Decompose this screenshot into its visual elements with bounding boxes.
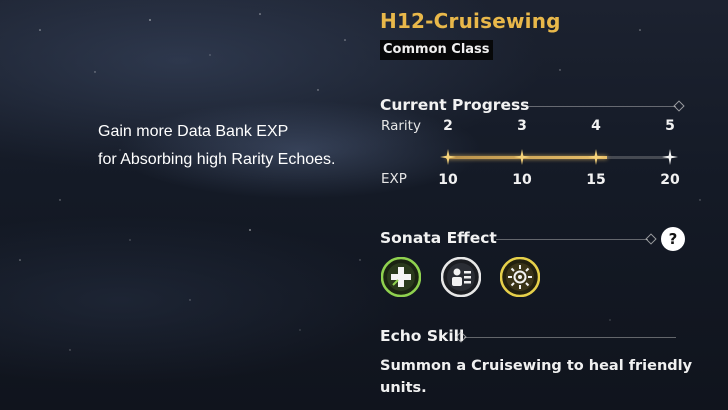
- rarity-value: 5: [665, 118, 675, 134]
- section-divider: [464, 337, 676, 338]
- rarity-value: 4: [591, 118, 601, 134]
- echo-class-badge: Common Class: [380, 40, 493, 60]
- echo-name: H12-Cruisewing: [380, 9, 561, 33]
- rarity-value: 3: [517, 118, 527, 134]
- help-button[interactable]: ?: [661, 227, 685, 251]
- sonata-rejuvenating-glow-icon[interactable]: [381, 257, 421, 297]
- current-progress-heading: Current Progress: [380, 96, 530, 114]
- hint-line-2: for Absorbing high Rarity Echoes.: [98, 151, 336, 168]
- rarity-hint-text: Gain more Data Bank EXP for Absorbing hi…: [98, 118, 335, 174]
- progress-node-star-icon: [662, 149, 678, 165]
- progress-node-star-icon: [440, 149, 456, 165]
- sonata-effect-heading: Sonata Effect: [380, 229, 497, 247]
- rarity-label: Rarity: [381, 118, 421, 134]
- rarity-value: 2: [443, 118, 453, 134]
- exp-value: 20: [660, 172, 680, 188]
- sonata-celestial-light-icon[interactable]: [500, 257, 540, 297]
- progress-node-star-icon: [588, 149, 604, 165]
- section-divider: [496, 239, 648, 240]
- echo-skill-heading: Echo Skill: [380, 327, 465, 345]
- starfield-background: [19, 13, 701, 351]
- sonata-moonlit-clouds-icon[interactable]: [441, 257, 481, 297]
- echo-skill-description: Summon a Cruisewing to heal friendly uni…: [380, 358, 693, 396]
- section-divider: [526, 106, 676, 107]
- progress-track: [446, 156, 670, 159]
- progress-node-star-icon: [514, 149, 530, 165]
- hint-line-1: Gain more Data Bank EXP: [98, 123, 289, 140]
- exp-value: 10: [512, 172, 532, 188]
- exp-label: EXP: [381, 171, 407, 187]
- exp-value: 10: [438, 172, 458, 188]
- exp-value: 15: [586, 172, 606, 188]
